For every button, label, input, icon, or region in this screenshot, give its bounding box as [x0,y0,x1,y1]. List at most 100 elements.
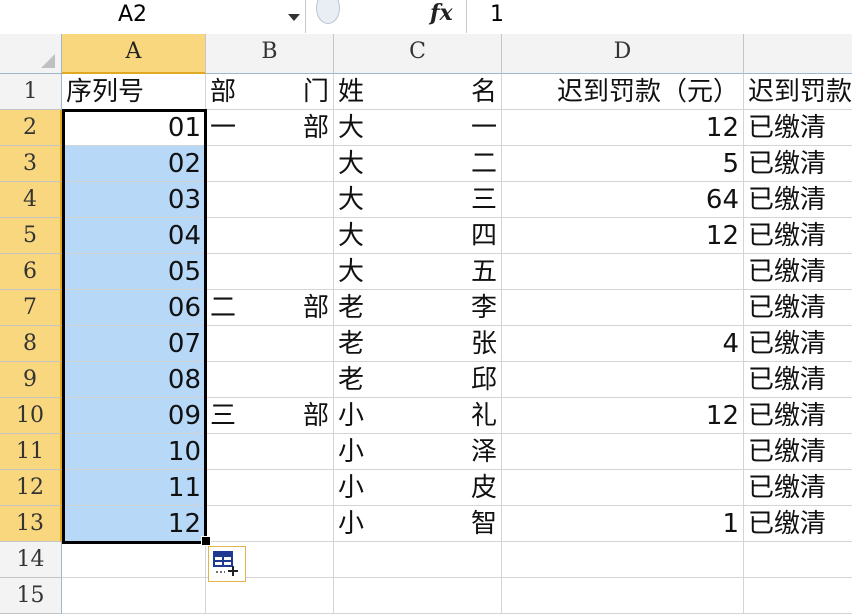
empty-cell[interactable] [334,578,502,614]
cell-e7[interactable]: 已缴清 [744,290,852,326]
cell-d2[interactable]: 12 [502,110,744,146]
row-header[interactable]: 13 [0,506,62,542]
insert-function-icon[interactable]: fx [430,0,453,26]
row-header[interactable]: 4 [0,182,62,218]
column-header-e[interactable] [744,34,852,74]
cell-e10[interactable]: 已缴清 [744,398,852,434]
cell-c1[interactable]: 姓名 [334,74,502,110]
cell-b12[interactable] [206,470,334,506]
row-header[interactable]: 10 [0,398,62,434]
cell-e6[interactable]: 已缴清 [744,254,852,290]
cell-d9[interactable] [502,362,744,398]
select-all-corner[interactable] [0,34,62,74]
row-header[interactable]: 5 [0,218,62,254]
cell-a6[interactable]: 05 [62,254,206,290]
cell-b2[interactable]: 一部 [206,110,334,146]
cell-b1[interactable]: 部门 [206,74,334,110]
cell-d7[interactable] [502,290,744,326]
cell-a4[interactable]: 03 [62,182,206,218]
cell-c2[interactable]: 大一 [334,110,502,146]
cell-a7[interactable]: 06 [62,290,206,326]
empty-cell[interactable] [334,542,502,578]
cell-c5[interactable]: 大四 [334,218,502,254]
cell-d8[interactable]: 4 [502,326,744,362]
cell-d3[interactable]: 5 [502,146,744,182]
row-header[interactable]: 6 [0,254,62,290]
empty-cell[interactable] [744,578,852,614]
empty-cell[interactable] [502,542,744,578]
row-header[interactable]: 9 [0,362,62,398]
row-header[interactable]: 8 [0,326,62,362]
formula-input[interactable]: 1 [490,2,504,27]
cell-b10[interactable]: 三部 [206,398,334,434]
cell-a5[interactable]: 04 [62,218,206,254]
cell-c3[interactable]: 大二 [334,146,502,182]
cell-d4[interactable]: 64 [502,182,744,218]
cell-a12[interactable]: 11 [62,470,206,506]
cell-d12[interactable] [502,470,744,506]
column-header-d[interactable]: D [502,34,744,74]
cell-c9[interactable]: 老邱 [334,362,502,398]
cell-d6[interactable] [502,254,744,290]
cell-c7[interactable]: 老李 [334,290,502,326]
cell-c11[interactable]: 小泽 [334,434,502,470]
empty-cell[interactable] [62,578,206,614]
cell-a10[interactable]: 09 [62,398,206,434]
cell-e8[interactable]: 已缴清 [744,326,852,362]
cell-e5[interactable]: 已缴清 [744,218,852,254]
cell-e1[interactable]: 迟到罚款 [744,74,852,110]
cell-c6[interactable]: 大五 [334,254,502,290]
cell-a3[interactable]: 02 [62,146,206,182]
cell-b4[interactable] [206,182,334,218]
cell-c10[interactable]: 小礼 [334,398,502,434]
row-header[interactable]: 1 [0,74,62,110]
cell-b6[interactable] [206,254,334,290]
cell-c13[interactable]: 小智 [334,506,502,542]
name-box-value[interactable]: A2 [118,2,147,27]
row-header[interactable]: 14 [0,542,62,578]
column-header-c[interactable]: C [334,34,502,74]
empty-cell[interactable] [502,578,744,614]
cell-e9[interactable]: 已缴清 [744,362,852,398]
cell-e13[interactable]: 已缴清 [744,506,852,542]
cell-d10[interactable]: 12 [502,398,744,434]
cell-b11[interactable] [206,434,334,470]
cell-a13[interactable]: 12 [62,506,206,542]
cell-b5[interactable] [206,218,334,254]
name-box-dropdown-icon[interactable] [288,14,300,21]
cell-d11[interactable] [502,434,744,470]
row-header[interactable]: 12 [0,470,62,506]
cell-d13[interactable]: 1 [502,506,744,542]
fill-handle[interactable] [201,536,211,546]
empty-cell[interactable] [744,542,852,578]
cell-a9[interactable]: 08 [62,362,206,398]
auto-fill-options-button[interactable] [208,546,246,582]
column-header-b[interactable]: B [206,34,334,74]
cell-e4[interactable]: 已缴清 [744,182,852,218]
cell-e11[interactable]: 已缴清 [744,434,852,470]
cell-b7[interactable]: 二部 [206,290,334,326]
cell-a8[interactable]: 07 [62,326,206,362]
row-header[interactable]: 7 [0,290,62,326]
cell-a1[interactable]: 序列号 [62,74,206,110]
cell-b8[interactable] [206,326,334,362]
column-header-a[interactable]: A [62,34,206,74]
formula-bar-resize-handle[interactable] [316,0,340,24]
cell-e3[interactable]: 已缴清 [744,146,852,182]
cell-e2[interactable]: 已缴清 [744,110,852,146]
row-header[interactable]: 3 [0,146,62,182]
name-box[interactable]: A2 [0,0,306,33]
cell-d1[interactable]: 迟到罚款（元） [502,74,744,110]
cell-a11[interactable]: 10 [62,434,206,470]
cell-b13[interactable] [206,506,334,542]
cell-c12[interactable]: 小皮 [334,470,502,506]
cell-b9[interactable] [206,362,334,398]
cell-b3[interactable] [206,146,334,182]
row-header[interactable]: 2 [0,110,62,146]
empty-cell[interactable] [62,542,206,578]
cell-a2[interactable]: 01 [62,110,206,146]
empty-cell[interactable] [206,578,334,614]
cell-e12[interactable]: 已缴清 [744,470,852,506]
row-header[interactable]: 11 [0,434,62,470]
cell-c4[interactable]: 大三 [334,182,502,218]
